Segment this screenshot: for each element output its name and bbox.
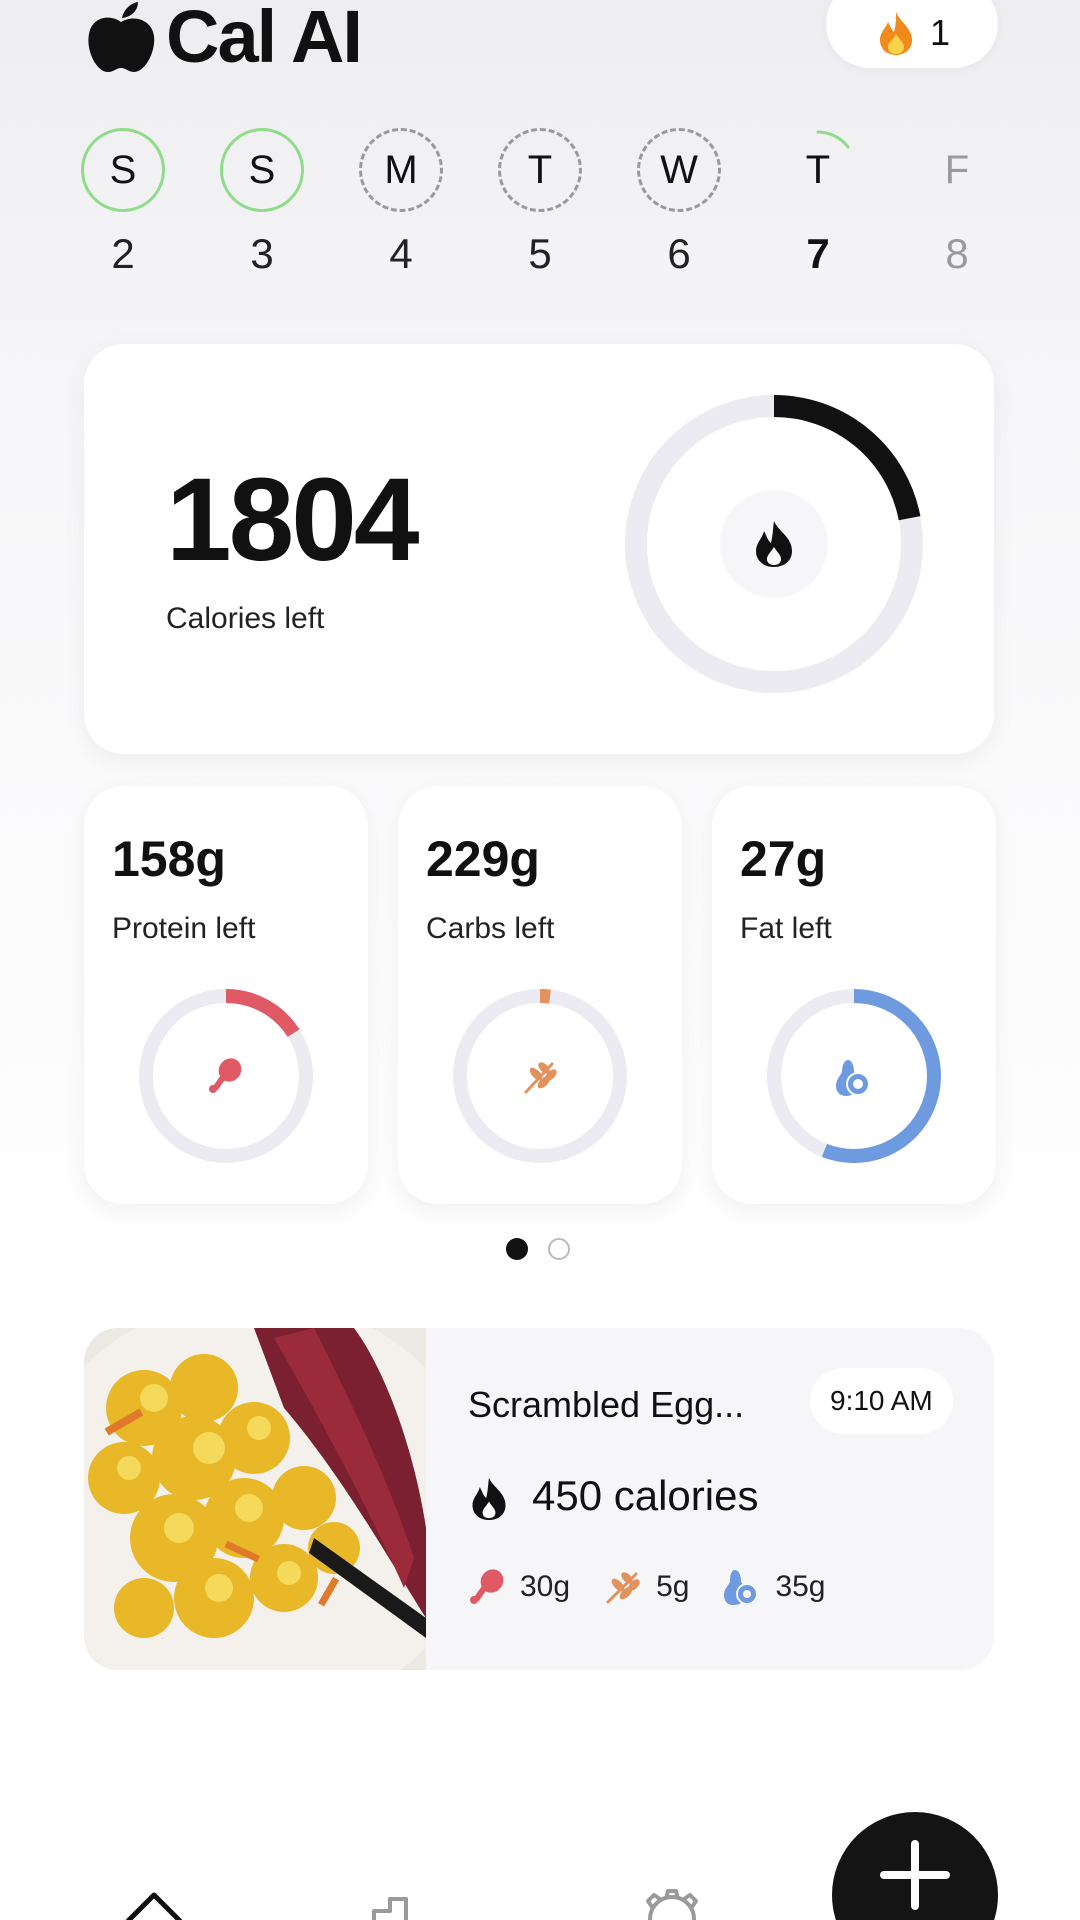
day-item[interactable]: M 4 [356,128,446,278]
avocado-icon [836,1060,870,1096]
wheat-icon [606,1572,640,1604]
meal-name: Scrambled Egg... [468,1384,745,1425]
pager-dot-active[interactable] [506,1238,528,1260]
fat-left-value: 27g [740,831,827,887]
day-letter: F [944,147,970,192]
meal-fat-value: 35g [775,1570,826,1603]
flame-icon [879,12,912,55]
meal-time-badge: 9:10 AM [810,1368,953,1434]
meal-carbs-value: 5g [656,1570,690,1603]
carbs-left-value: 229g [426,831,540,887]
day-item[interactable]: W 6 [634,128,724,278]
carbs-left-label: Carbs left [426,912,555,945]
day-letter: S [81,128,165,212]
day-letter: W [637,128,721,212]
day-item[interactable]: F 8 [912,128,1002,278]
meal-card[interactable]: Scrambled Egg... 9:10 AM 450 calories 30… [84,1328,994,1670]
pager-dot[interactable] [548,1238,570,1260]
flame-icon [472,1477,506,1520]
streak-badge[interactable]: 1 [826,0,998,68]
protein-left-value: 158g [112,831,226,887]
meal-photo [84,1328,426,1670]
day-date: 2 [111,230,135,277]
day-letter: M [359,128,443,212]
day-date: 4 [389,230,413,277]
meal-calories: 450 calories [532,1472,759,1519]
calories-left-value: 1804 [166,454,420,586]
calories-left-label: Calories left [166,602,325,635]
protein-ring [139,989,313,1163]
week-strip: S 2 S 3 M 4 T 5 W 6 T 7 F 8 [0,128,1080,288]
pager-dots [506,1238,570,1260]
wheat-icon [524,1062,557,1094]
day-item[interactable]: T 5 [495,128,585,278]
day-item-today[interactable]: T 7 [773,128,863,278]
drumstick-icon [470,1569,504,1604]
carbs-card[interactable]: 229g Carbs left [398,786,682,1204]
progress-icon[interactable] [368,1887,432,1920]
fat-card[interactable]: 27g Fat left [712,786,996,1204]
today-progress-arc [816,130,850,149]
streak-count: 1 [929,12,951,53]
protein-left-label: Protein left [112,912,256,945]
drumstick-icon [209,1058,242,1093]
day-date: 6 [667,230,691,277]
meal-macros: 30g 5g 35g [468,1568,860,1606]
calories-card[interactable]: 1804 Calories left [84,344,994,754]
settings-icon[interactable] [640,1887,704,1920]
app-logo: Cal AI [86,0,363,79]
avocado-icon [724,1570,759,1605]
carbs-ring [453,989,627,1163]
fat-ring [767,989,941,1163]
meal-fat: 35g [723,1568,826,1606]
day-date: 3 [250,230,274,277]
header: Cal AI 1 [0,0,1080,80]
day-date: 5 [528,230,552,277]
apple-icon [88,1,155,72]
protein-card[interactable]: 158g Protein left [84,786,368,1204]
day-letter: S [220,128,304,212]
home-icon[interactable] [122,1887,186,1920]
day-letter: T [498,128,582,212]
calories-ring [625,395,923,693]
add-meal-button[interactable] [832,1812,998,1920]
day-item[interactable]: S 3 [217,128,307,278]
day-item[interactable]: S 2 [78,128,168,278]
meal-protein-value: 30g [520,1570,571,1603]
day-date: 8 [945,230,969,277]
meal-carbs: 5g [604,1568,689,1606]
day-date: 7 [806,230,830,277]
plus-icon [880,1840,950,1910]
app-title: Cal AI [166,0,363,78]
fat-left-label: Fat left [740,912,832,945]
day-letter: T [776,128,860,212]
meal-protein: 30g [468,1568,570,1606]
